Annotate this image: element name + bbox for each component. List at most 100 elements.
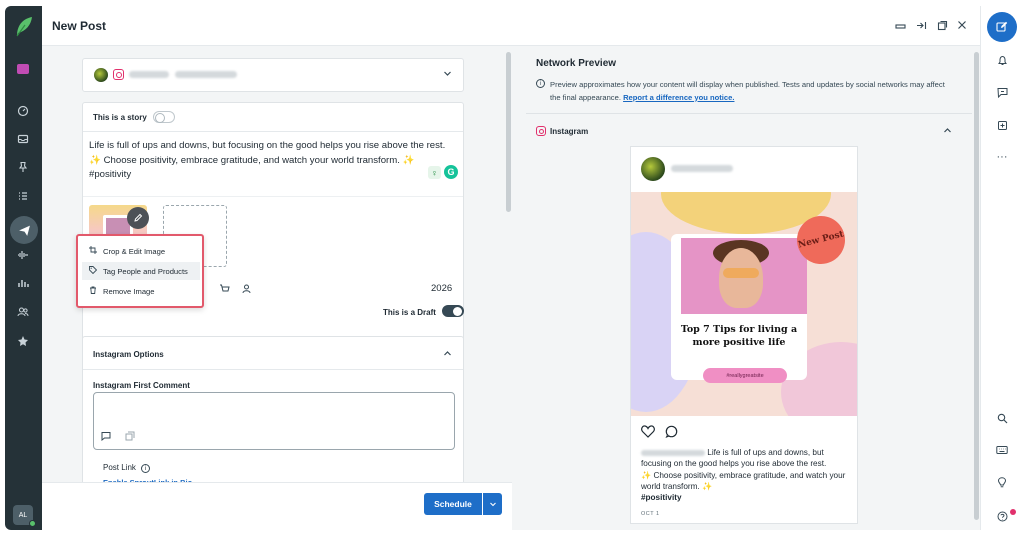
divider — [526, 113, 972, 114]
crop-icon — [88, 246, 98, 256]
info-icon: i — [536, 79, 545, 88]
preview-headline: Top 7 Tips for living a more positive li… — [680, 324, 798, 348]
reports-icon[interactable] — [14, 274, 32, 292]
menu-item-remove-image[interactable]: Remove Image — [82, 282, 200, 300]
pin-icon[interactable] — [14, 158, 32, 176]
post-link-label: Post Link — [103, 463, 136, 472]
info-icon[interactable]: i — [141, 464, 151, 473]
network-preview-title: Network Preview — [536, 58, 617, 69]
left-navigation: AL — [5, 6, 42, 530]
preview-caption: Life is full of ups and downs, but focus… — [641, 447, 853, 503]
lightbulb-icon[interactable] — [995, 475, 1009, 489]
popout-icon[interactable] — [935, 18, 949, 32]
trash-icon — [88, 286, 98, 296]
ai-assist-icon[interactable]: ♀ — [428, 166, 441, 179]
search-icon[interactable] — [995, 411, 1009, 425]
chevron-down-icon[interactable] — [443, 69, 452, 81]
instagram-preview-label: Instagram — [550, 127, 589, 136]
saved-reply-icon[interactable] — [125, 431, 135, 444]
post-text-line: Life is full of ups and downs, but focus… — [89, 140, 446, 151]
blurred-profile-handle — [175, 71, 237, 78]
network-preview-pane: Network Preview i Preview approximates h… — [512, 46, 980, 530]
report-difference-link[interactable]: Report a difference you notice. — [623, 93, 734, 102]
preview-date: OCT 1 — [641, 511, 660, 517]
help-icon[interactable] — [995, 509, 1009, 523]
composer-footer: Schedule — [42, 482, 512, 530]
close-icon[interactable] — [955, 18, 969, 32]
page-title: New Post — [52, 19, 107, 33]
divider — [83, 131, 463, 132]
divider — [83, 369, 463, 370]
add-content-icon[interactable] — [995, 118, 1009, 132]
composer-header: New Post — [42, 6, 980, 46]
heart-icon — [641, 425, 659, 441]
tasks-icon[interactable] — [14, 187, 32, 205]
schedule-options-chevron-icon[interactable] — [483, 493, 502, 515]
blurred-profile-name — [129, 71, 169, 78]
instagram-icon — [536, 126, 546, 136]
preview-photo — [681, 238, 807, 314]
tag-icon — [88, 266, 98, 276]
product-tag-icon[interactable] — [219, 283, 230, 297]
post-text-editor[interactable]: Life is full of ups and downs, but focus… — [89, 139, 449, 183]
instagram-options-title: Instagram Options — [93, 350, 164, 359]
preview-scrollbar[interactable] — [974, 52, 979, 520]
menu-item-label: Tag People and Products — [103, 266, 188, 276]
keyboard-icon[interactable] — [995, 443, 1009, 457]
edit-pencil-icon[interactable] — [127, 207, 149, 229]
preview-description: Preview approximates how your content wi… — [550, 79, 950, 104]
folder-icon[interactable] — [17, 64, 29, 74]
people-icon[interactable] — [14, 303, 32, 321]
right-rail: ··· — [980, 6, 1020, 530]
instagram-icon — [113, 69, 124, 80]
notification-dot — [1010, 509, 1016, 515]
publish-icon[interactable] — [10, 216, 38, 244]
more-options-icon[interactable]: ··· — [995, 150, 1009, 164]
preview-description-text: Preview approximates how your content wi… — [550, 80, 945, 102]
menu-item-tag-people[interactable]: Tag People and Products — [82, 262, 200, 280]
inbox-icon[interactable] — [14, 130, 32, 148]
minimize-icon[interactable] — [893, 18, 907, 32]
story-toggle[interactable] — [153, 111, 175, 123]
profile-selector[interactable] — [82, 58, 464, 92]
chevron-up-icon[interactable] — [443, 349, 452, 361]
divider — [83, 196, 463, 197]
preview-image: New Post Top 7 Tips for living a more po… — [631, 192, 857, 416]
profile-avatar — [94, 68, 108, 82]
post-hashtag: #positivity — [89, 169, 132, 180]
editor-scrollbar[interactable] — [506, 52, 511, 212]
draft-toggle-label: This is a Draft — [383, 308, 436, 317]
listening-icon[interactable] — [14, 246, 32, 264]
story-toggle-label: This is a story — [93, 113, 147, 122]
dashboard-icon[interactable] — [14, 102, 32, 120]
chevron-up-icon[interactable] — [943, 126, 952, 138]
preview-site-pill: #reallygreatsite — [703, 368, 787, 383]
post-link-row: Post Link i — [103, 463, 151, 473]
caption-hashtag: #positivity — [641, 493, 682, 503]
preview-actions — [641, 425, 678, 441]
caption-text: ✨ Choose positivity, embrace gratitude, … — [641, 470, 846, 491]
menu-item-crop-edit[interactable]: Crop & Edit Image — [82, 242, 200, 260]
menu-item-label: Crop & Edit Image — [103, 246, 166, 256]
instagram-post-preview: New Post Top 7 Tips for living a more po… — [630, 146, 858, 524]
menu-item-label: Remove Image — [103, 286, 155, 296]
draft-toggle[interactable] — [442, 305, 464, 317]
post-text-line: ✨ Choose positivity, embrace gratitude, … — [89, 154, 415, 166]
reviews-icon[interactable] — [14, 332, 32, 350]
image-context-menu: Crop & Edit Image Tag People and Product… — [76, 234, 204, 308]
compose-icon[interactable] — [987, 12, 1017, 42]
app-window: AL New Post This is a story Life is full… — [0, 0, 1024, 538]
collapse-icon[interactable] — [914, 18, 928, 32]
grammarly-icon[interactable]: G — [444, 165, 458, 179]
messages-icon[interactable] — [995, 85, 1009, 99]
first-comment-label: Instagram First Comment — [93, 381, 190, 390]
comment-icon[interactable] — [101, 431, 111, 444]
schedule-button[interactable]: Schedule — [424, 493, 482, 515]
bell-icon[interactable] — [995, 53, 1009, 67]
blurred-caption-handle — [641, 449, 705, 456]
collaborator-icon[interactable] — [241, 283, 252, 297]
sprout-logo-icon[interactable] — [14, 16, 33, 38]
comment-bubble-icon — [665, 425, 678, 441]
preview-avatar — [641, 157, 665, 181]
first-comment-input[interactable] — [93, 392, 455, 450]
